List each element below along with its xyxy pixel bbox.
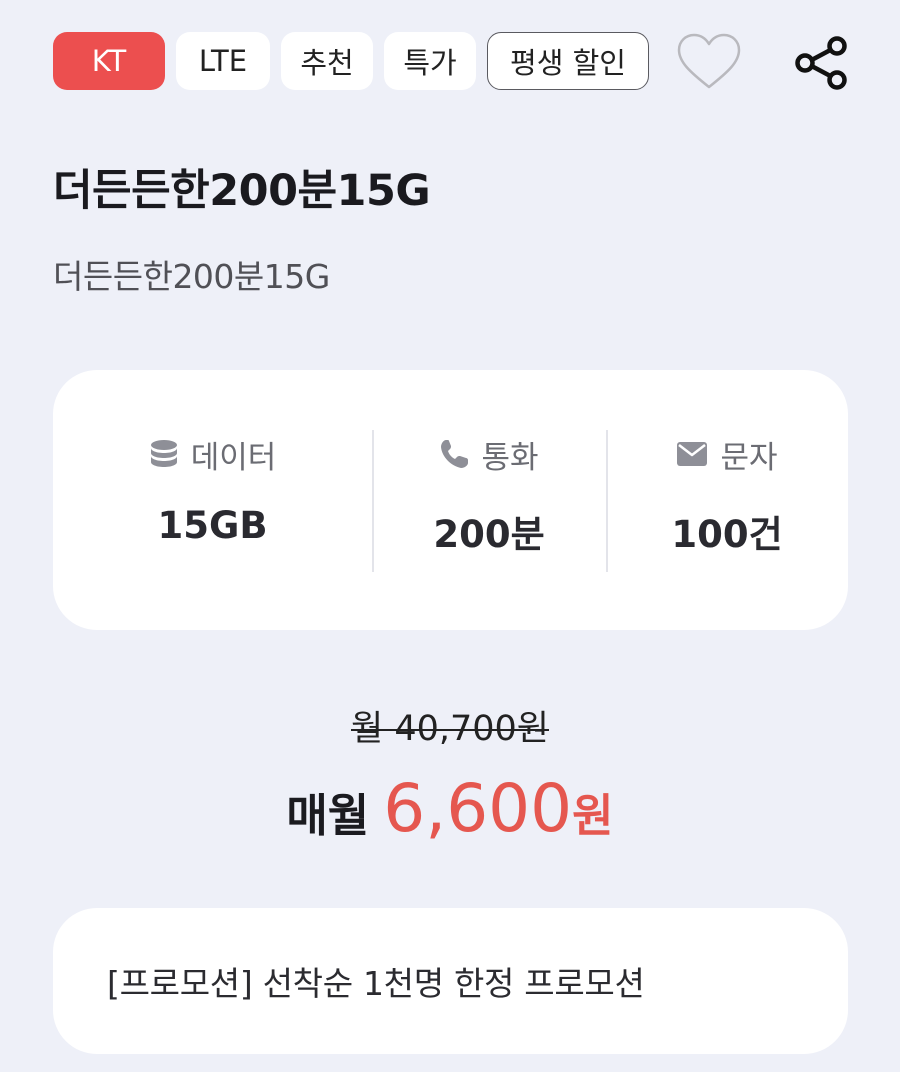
spec-sms-value: 100건 — [671, 513, 783, 556]
share-button[interactable] — [792, 36, 850, 90]
spec-call-label: 통화 — [481, 439, 539, 476]
favorite-button[interactable] — [676, 32, 742, 92]
plan-title: 더든든한200분15G — [53, 166, 431, 216]
recommended-badge: 추천 — [281, 32, 373, 90]
tag-list: KT LTE 추천 특가 평생 할인 — [53, 32, 660, 90]
spec-sms: 문자 100건 — [606, 370, 848, 630]
spec-call-value: 200분 — [433, 513, 545, 556]
phone-icon — [441, 440, 469, 468]
envelope-icon — [677, 442, 708, 466]
database-icon — [150, 440, 177, 467]
spec-data-label: 데이터 — [190, 439, 277, 476]
spec-sms-label: 문자 — [720, 439, 778, 476]
price-row: 매월 6,600원 — [0, 770, 900, 847]
spec-call-label-row: 통화 — [439, 434, 539, 476]
spec-data-value: 15GB — [157, 504, 268, 547]
price-prefix: 매월 — [286, 789, 370, 842]
price-amount: 6,600 — [383, 770, 573, 847]
spec-card: 데이터 15GB 통화 200분 문자 100건 — [53, 370, 848, 630]
price-unit: 원 — [572, 789, 614, 842]
spec-data-label-row: 데이터 — [149, 434, 277, 476]
plan-subtitle: 더든든한200분15G — [53, 257, 330, 296]
spec-data: 데이터 15GB — [53, 370, 372, 630]
carrier-badge: KT — [53, 32, 165, 90]
promotion-card[interactable]: [프로모션] 선착순 1천명 한정 프로모션 — [53, 908, 848, 1054]
network-badge: LTE — [176, 32, 270, 90]
spec-call: 통화 200분 — [372, 370, 606, 630]
promotion-text: [프로모션] 선착순 1천명 한정 프로모션 — [107, 964, 645, 1003]
heart-outline-icon — [677, 33, 741, 89]
spec-sms-label-row: 문자 — [676, 434, 778, 476]
lifetime-discount-badge: 평생 할인 — [487, 32, 649, 90]
special-price-badge: 특가 — [384, 32, 476, 90]
original-price: 월 40,700원 — [351, 709, 549, 749]
share-icon — [795, 36, 847, 90]
